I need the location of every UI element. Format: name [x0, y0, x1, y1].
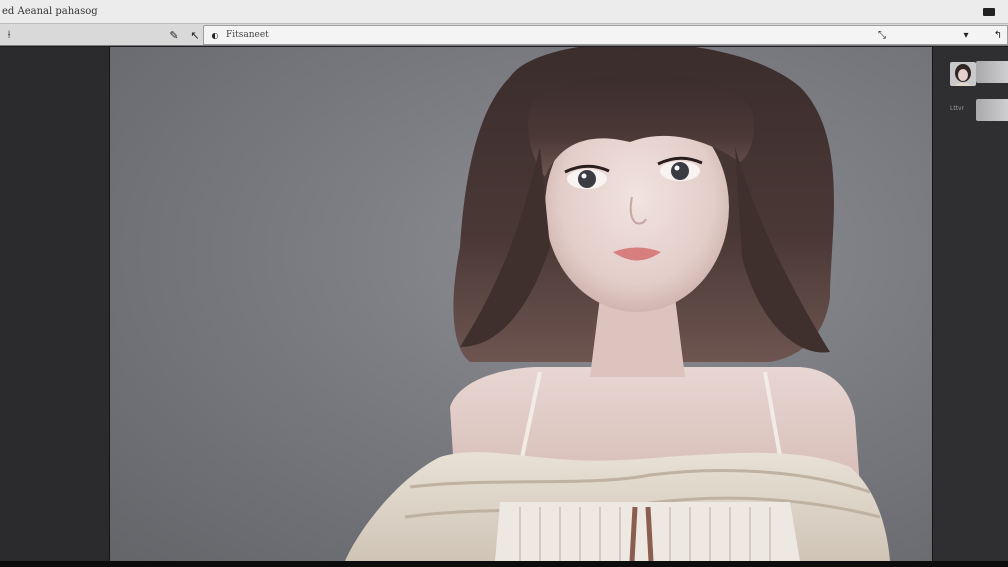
layer-row[interactable]	[947, 61, 1008, 87]
toolbar: ⟊ ✎ ↖ ◐ Fitsaneet ⤡ ▾ ↰	[0, 24, 1008, 46]
move-tool-icon[interactable]: ⟊	[0, 26, 18, 44]
layer-thumbnail	[950, 62, 976, 86]
document-tab[interactable]: ◐ Fitsaneet ⤡ ▾ ↰	[203, 25, 1008, 45]
layer-label: Lttvr	[950, 105, 965, 112]
title-bar: ed Aeanal pahasog	[0, 0, 1008, 24]
document-title: Fitsaneet	[226, 30, 269, 40]
left-panel	[0, 47, 110, 563]
layer-row[interactable]: Lttvr	[947, 97, 1008, 123]
layer-mask-thumbnail	[976, 99, 1008, 121]
image-canvas[interactable]	[110, 47, 932, 561]
window-title: ed Aeanal pahasog	[2, 6, 98, 17]
window-control-icon[interactable]	[983, 8, 995, 16]
layer-mask-thumbnail	[976, 61, 1008, 83]
document-icon: ◐	[211, 30, 219, 40]
status-bar	[0, 561, 1008, 567]
brush-tool-icon[interactable]: ✎	[165, 26, 183, 44]
dropdown-icon[interactable]: ▾	[958, 27, 974, 43]
selection-tool-icon[interactable]: ⤡	[874, 27, 890, 43]
portrait-image	[345, 47, 890, 561]
pen-tool-icon[interactable]: ↖	[186, 26, 204, 44]
pin-tool-icon[interactable]: ↰	[990, 27, 1006, 43]
layers-panel: Lttvr	[932, 47, 1008, 563]
